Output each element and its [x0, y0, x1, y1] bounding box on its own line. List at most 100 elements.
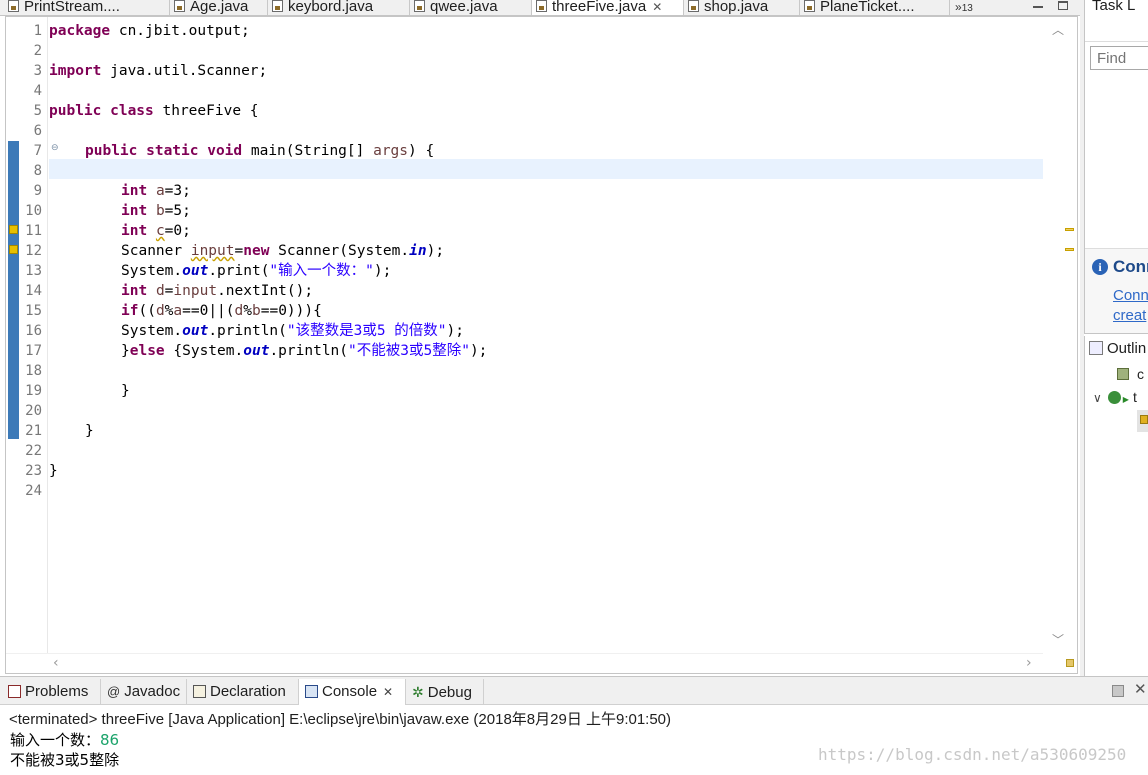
connect-title: Conn — [1113, 257, 1148, 276]
line-number: 22 — [25, 443, 42, 459]
maximize-icon[interactable] — [1058, 1, 1068, 10]
code-line-19: } — [121, 383, 130, 399]
tab-console[interactable]: Console ✕ — [299, 679, 406, 705]
javadoc-icon: @ — [107, 684, 121, 699]
console-prompt: 输入一个数： — [10, 731, 101, 749]
horizontal-scrollbar[interactable]: ‹ › — [6, 653, 1043, 673]
line-number: 20 — [25, 403, 42, 419]
declaration-icon — [193, 685, 206, 698]
java-file-icon — [8, 0, 19, 12]
line-number: 4 — [33, 83, 42, 99]
chevron-overflow-icon: » — [955, 0, 962, 14]
code-line-23: } — [49, 463, 58, 479]
scroll-right-icon[interactable]: › — [1026, 655, 1032, 671]
code-line-13: System.out.print("输入一个数："); — [121, 263, 392, 279]
line-number: 13 — [25, 263, 42, 279]
tab-javadoc[interactable]: @ Javadoc — [101, 679, 187, 705]
java-file-icon — [414, 0, 425, 12]
code-line-9: int a=3; — [121, 183, 191, 199]
package-icon — [1117, 368, 1129, 380]
console-icon — [305, 685, 318, 698]
minimize-view-icon[interactable] — [1112, 685, 1124, 697]
outline-item-main-selected[interactable] — [1137, 410, 1148, 432]
line-number: 3 — [33, 63, 42, 79]
connect-mylyn-panel: i Conn Conn creat — [1085, 248, 1148, 333]
tab-label: Age.java — [190, 0, 249, 15]
tab-label: PrintStream.... — [24, 0, 120, 15]
current-line-highlight — [49, 159, 1043, 179]
code-line-1: package cn.jbit.output; — [49, 23, 250, 39]
close-icon[interactable]: ✕ — [383, 685, 393, 699]
tab-threefive-java[interactable]: threeFive.java ✕ — [532, 0, 684, 15]
line-number: 15 — [25, 303, 42, 319]
tab-problems[interactable]: Problems — [2, 679, 101, 705]
line-number: 19 — [25, 383, 42, 399]
outline-item-class[interactable]: ∨ ▶ t — [1093, 389, 1137, 405]
console-output-line: 不能被3或5整除 — [10, 751, 120, 769]
info-icon: i — [1092, 259, 1108, 275]
overview-ruler — [1063, 17, 1077, 673]
warning-icon[interactable] — [9, 225, 18, 234]
warning-marker[interactable] — [1065, 228, 1074, 231]
code-line-14: int d=input.nextInt(); — [121, 283, 314, 299]
line-number: 18 — [25, 363, 42, 379]
line-number: 16 — [25, 323, 42, 339]
code-line-21: } — [85, 423, 94, 439]
editor-tab-bar: PrintStream.... Age.java keybord.java qw… — [0, 0, 1080, 16]
console-output-line: 输入一个数：86 — [10, 729, 119, 750]
line-number: 12 — [25, 243, 42, 259]
console-process-label: <terminated> threeFive [Java Application… — [9, 711, 672, 728]
line-number: 10 — [25, 203, 42, 219]
code-editor[interactable]: 1 2 3 4 5 6 7 ⊖ 8 9 10 11 12 13 14 15 16… — [5, 16, 1078, 674]
tab-label: keybord.java — [288, 0, 374, 15]
tab-qwee-java[interactable]: qwee.java — [410, 0, 532, 15]
line-number: 24 — [25, 483, 42, 499]
code-line-5: public class threeFive { — [49, 103, 259, 119]
tab-keybord-java[interactable]: keybord.java — [268, 0, 410, 15]
line-number: 9 — [33, 183, 42, 199]
line-number-gutter: 1 2 3 4 5 6 7 ⊖ 8 9 10 11 12 13 14 15 16… — [20, 17, 59, 653]
chevron-down-icon[interactable]: ∨ — [1093, 391, 1102, 405]
tab-debug[interactable]: ✲ Debug — [406, 679, 484, 705]
console-user-input: 86 — [100, 731, 120, 749]
warning-summary-icon[interactable] — [1066, 659, 1074, 667]
outline-item-package[interactable]: c — [1117, 366, 1144, 382]
line-number: 6 — [33, 123, 42, 139]
tab-age-java[interactable]: Age.java — [170, 0, 268, 15]
find-input[interactable] — [1090, 46, 1148, 70]
scroll-left-icon[interactable]: ‹ — [53, 655, 59, 671]
close-view-icon[interactable]: ✕ — [1134, 680, 1147, 698]
code-line-12: Scanner input=new Scanner(System.in); — [121, 243, 445, 259]
task-toolbar — [1085, 14, 1148, 42]
view-tab-bar: Problems @ Javadoc Declaration Console ✕ ✲… — [0, 677, 1148, 705]
tab-label: PlaneTicket.... — [820, 0, 915, 15]
java-file-icon — [804, 0, 815, 12]
task-list-title[interactable]: Task L — [1092, 0, 1135, 14]
tab-shop-java[interactable]: shop.java — [684, 0, 800, 15]
create-task-link[interactable]: creat — [1113, 307, 1146, 324]
code-text-area[interactable]: package cn.jbit.output; import java.util… — [49, 17, 1043, 653]
line-number: 5 — [33, 103, 42, 119]
tab-printstream[interactable]: PrintStream.... — [4, 0, 170, 15]
run-icon: ▶ — [1122, 395, 1129, 404]
warning-icon[interactable] — [9, 245, 18, 254]
code-line-3: import java.util.Scanner; — [49, 63, 268, 79]
warning-marker[interactable] — [1065, 248, 1074, 251]
tab-outline[interactable]: Outlin — [1089, 340, 1146, 357]
tab-planeticket[interactable]: PlaneTicket.... — [800, 0, 950, 15]
tab-label: qwee.java — [430, 0, 498, 15]
close-icon[interactable]: ✕ — [652, 0, 662, 14]
class-icon — [1107, 391, 1121, 404]
minimize-icon[interactable] — [1033, 6, 1043, 8]
java-file-icon — [272, 0, 283, 12]
task-list-panel: Task L i Conn Conn creat — [1084, 0, 1148, 334]
code-line-11: int c=0; — [121, 223, 191, 239]
connect-link[interactable]: Conn — [1113, 287, 1148, 304]
line-number: 21 — [25, 423, 42, 439]
line-number: 2 — [33, 43, 42, 59]
java-file-icon — [688, 0, 699, 12]
tab-declaration[interactable]: Declaration — [187, 679, 299, 705]
tab-overflow-button[interactable]: »13 — [955, 0, 973, 14]
debug-icon: ✲ — [412, 684, 424, 700]
watermark-text: https://blog.csdn.net/a530609250 — [818, 745, 1127, 764]
